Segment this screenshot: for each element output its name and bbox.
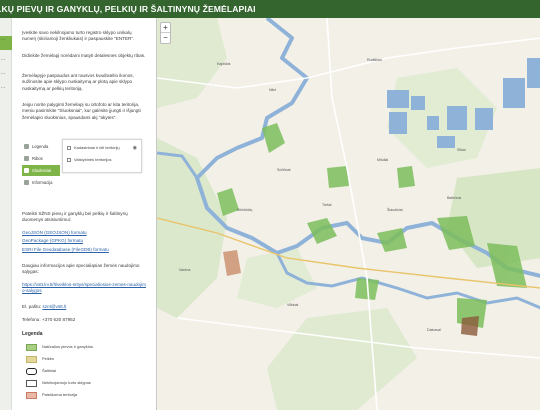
layer-item-label: Kadastriniai ir kiti teritorijų [74,145,120,150]
legend-item-bogs: Pelkės [26,355,54,364]
place-label: Nikė [269,88,277,92]
legend-item-springs: Šaltiniai [26,367,56,376]
place-label: Slikai [457,148,466,152]
map-canvas[interactable]: Kapiškis Nikė Rudiškiai Slikai Sciliūnai… [156,18,540,410]
place-label: Tiešai [322,203,332,207]
mini-row-label: Informacija [32,180,53,185]
mini-row-label: Ribos [32,156,43,161]
spring-swatch-icon [26,368,37,375]
legend-item-label: Šaltiniai [42,368,57,373]
layer-item-1[interactable]: Kadastriniai ir kiti teritorijų [67,145,120,151]
map-legend: Legenda Natūralios pievos ir ganyklos Pe… [22,331,146,399]
parcel-swatch-icon [26,380,37,387]
legend-square-icon [24,144,29,149]
place-label: Kapiškis [217,62,231,66]
email-line: El. paštu: sznt@vstt.lt [22,304,146,310]
download-intro: Pateikti SŽNS pievų ir ganyklų bei pelki… [22,211,128,223]
side-tab-strip: ... ... ... ... [0,18,12,410]
phone-line: Telefonu: +370 620 87952 [22,317,76,322]
mini-layer-panel: Legenda Ribos Sluoksniai Informacija Kad… [22,139,146,209]
filegdb-link[interactable]: ESRI File Geodatabase (FileGDB) formatu [22,247,109,252]
legend-item-label: Pelkės [42,356,55,361]
zoom-control: + − [160,22,171,44]
email-label: El. paštu: [22,304,42,309]
info-sidebar: Įveskite savo nekilnojamo turto registro… [12,18,156,410]
layers-popup: Kadastriniai ir kiti teritorijų Valstybi… [62,139,142,173]
layers-square-icon [24,168,29,173]
place-label: Baltrūnai [447,196,462,200]
place-label: Vilkinai [287,303,299,307]
side-tab-1[interactable]: ... [0,36,12,50]
place-label: Kibirkščių [237,208,253,212]
place-label: Dainavai [427,328,441,332]
place-label: Šiaudiniai [387,208,403,212]
mini-row-info[interactable]: Informacija [22,177,60,188]
map-graphics [157,18,540,410]
side-tab-3[interactable]: ... [0,70,12,84]
instruction-text-4: Jeigu norite palyginti žemėlapį su ortof… [22,102,141,120]
app-header: ...KŲ PIEVŲ IR GANYKLŲ, PELKIŲ IR ŠALTIN… [0,0,540,18]
search-area-swatch-icon [26,392,37,399]
app-title: ...KŲ PIEVŲ IR GANYKLŲ, PELKIŲ IR ŠALTIN… [0,4,256,14]
legend-item-parcel: Nekilnojamojo turto sklypas [26,379,91,388]
geojson-link[interactable]: GeoJSON (GEOJSON) formatu [22,230,87,235]
layer-item-label: Valstybinės teritorijos [74,157,112,162]
eye-icon[interactable]: ◉ [133,145,137,151]
place-label: Mituliai [377,158,389,162]
mini-row-label: Legenda [32,144,49,149]
legend-item-label: Natūralios pievos ir ganyklos [42,344,93,349]
instruction-text-2: Didinkite žemėlapį norėdami matyti detal… [22,53,146,58]
vstt-link[interactable]: https://vstt.lrv.lt/lt/veiklos-sritys/sp… [22,282,146,293]
legend-item-meadows: Natūralios pievos ir ganyklos [26,343,93,352]
meadow-swatch-icon [26,344,37,351]
legend-item-label: Paieškoma teritorija [42,392,78,397]
mini-row-label: Sluoksniai [32,168,52,173]
mini-row-legend[interactable]: Legenda [22,141,60,152]
bog-swatch-icon [26,356,37,363]
more-info-text: Daugiau informacijos apie specialiąsias … [22,263,140,275]
mini-row-layers[interactable]: Sluoksniai [22,165,60,176]
legend-item-search: Paieškoma teritorija [26,391,77,400]
layer-item-2[interactable]: Valstybinės teritorijos [67,157,112,163]
legend-item-label: Nekilnojamojo turto sklypas [42,380,91,385]
instruction-text-3: Žemėlapyje paspaudus ant rausvos kvadrat… [22,73,134,91]
checkbox-icon[interactable] [67,145,71,150]
side-tab-4[interactable]: ... [0,84,12,98]
info-square-icon [24,180,29,185]
instruction-text-1: Įveskite savo nekilnojamo turto registro… [22,30,135,42]
zoom-in-button[interactable]: + [161,23,170,33]
email-link[interactable]: sznt@vstt.lt [42,304,66,309]
place-label: Varėna [179,268,191,272]
gpkg-link[interactable]: GeoPackage (GPKG) formatu [22,238,83,243]
legend-heading: Legenda [22,331,43,337]
bounds-square-icon [24,156,29,161]
zoom-out-button[interactable]: − [161,33,170,43]
place-label: Sciliūnai [277,168,291,172]
side-tab-2[interactable]: ... [0,56,12,70]
place-label: Rudiškiai [367,58,382,62]
checkbox-icon[interactable] [67,157,71,162]
mini-row-bounds[interactable]: Ribos [22,153,60,164]
